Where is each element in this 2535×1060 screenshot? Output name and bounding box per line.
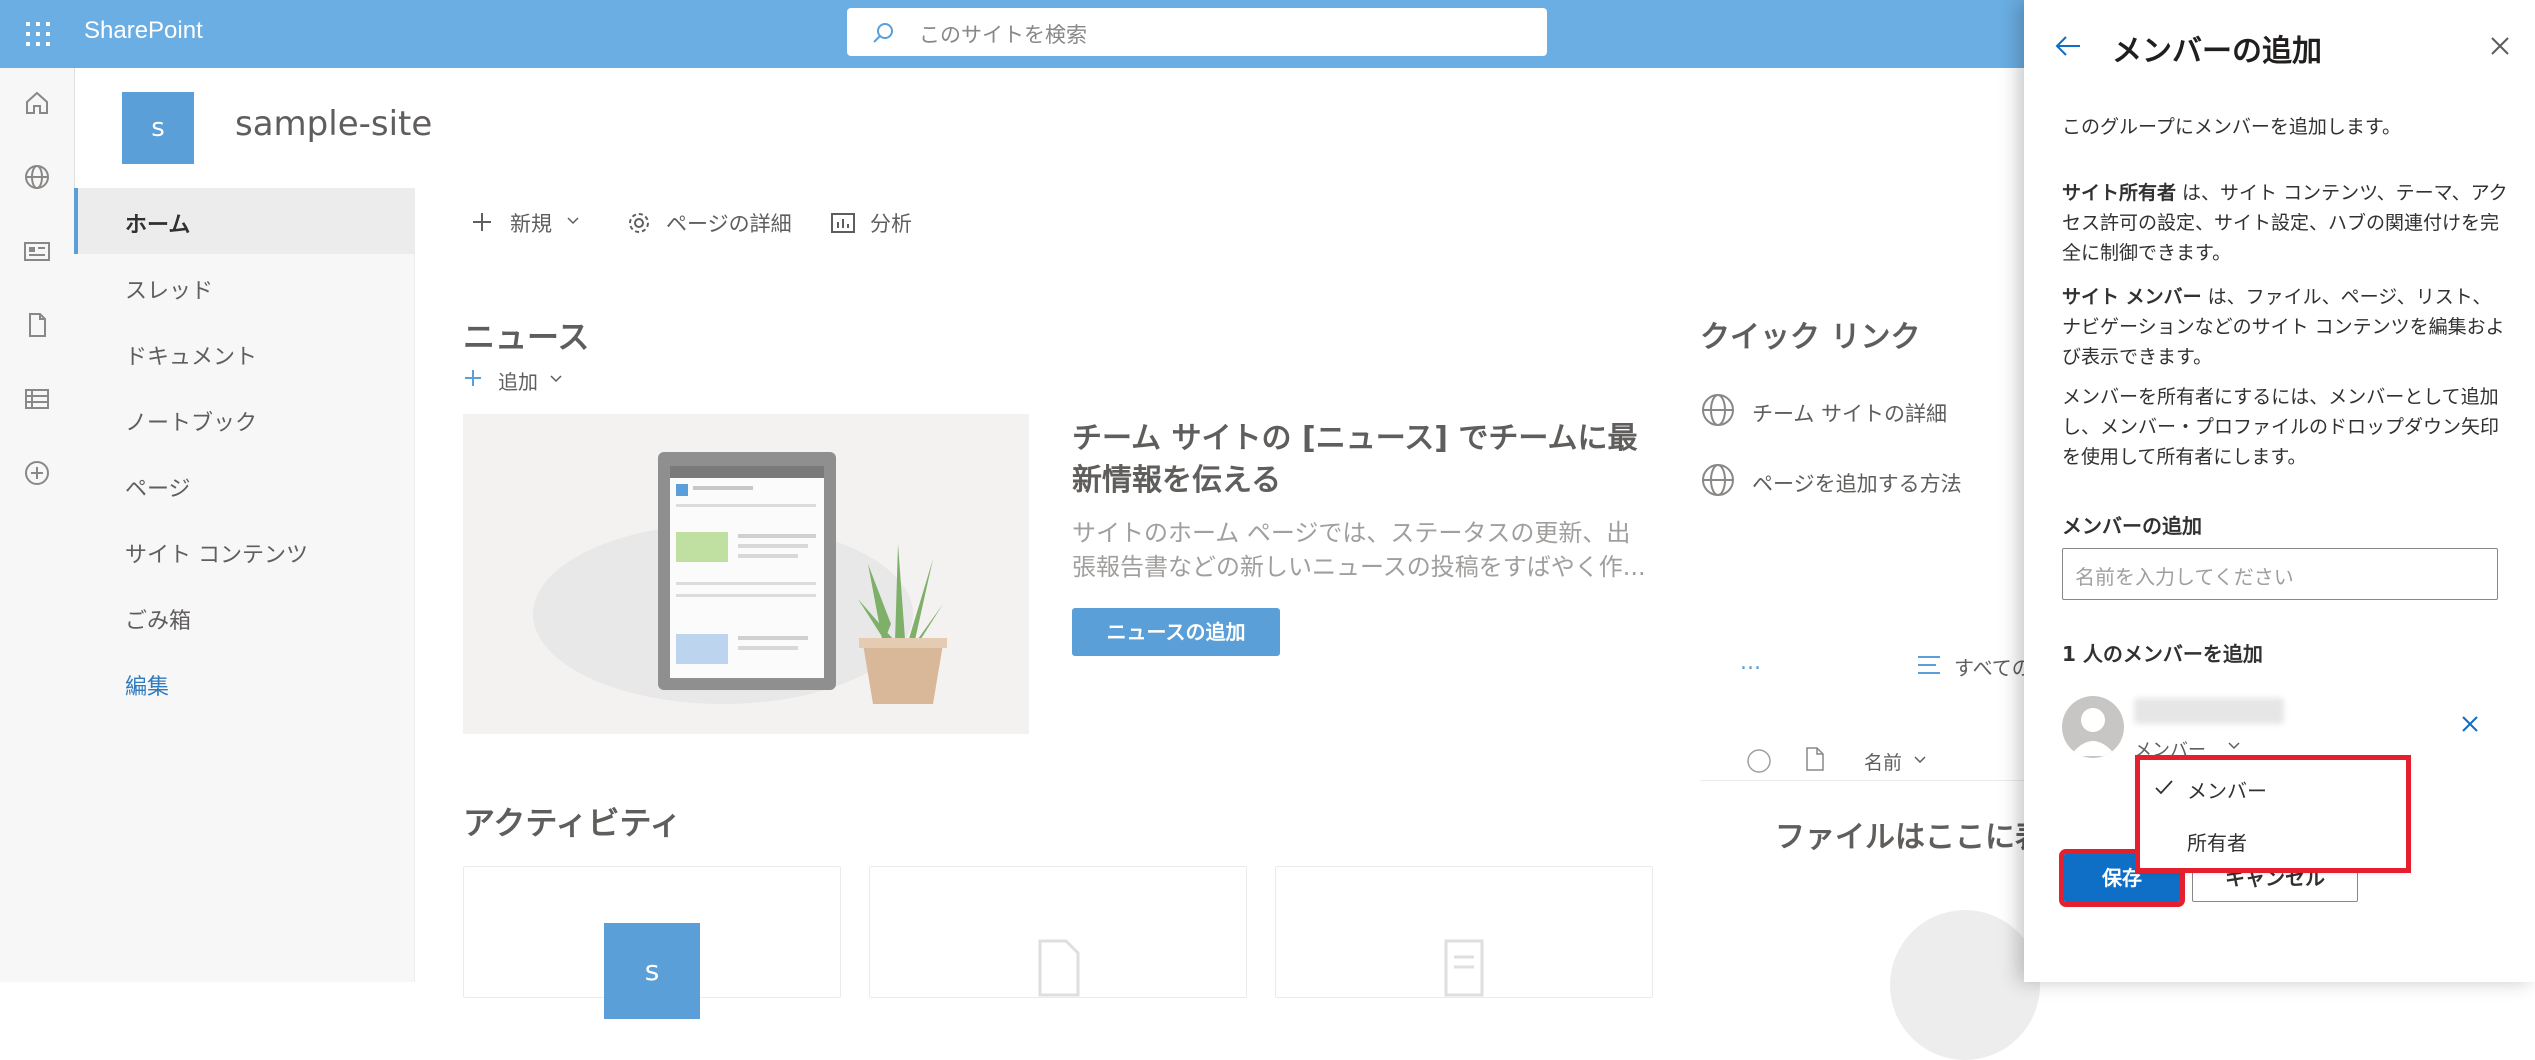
add-news-button[interactable]: ニュースの追加 [1072, 608, 1280, 656]
remove-member-icon[interactable] [2460, 714, 2480, 734]
name-column-header[interactable]: 名前 [1864, 748, 1902, 775]
nav-item-label: サイト コンテンツ [125, 543, 308, 568]
news-add-label: 追加 [498, 370, 538, 394]
nav-item-site-contents[interactable]: サイト コンテンツ [74, 518, 414, 584]
search-icon [871, 21, 895, 45]
new-button[interactable]: 新規 [470, 206, 590, 238]
gear-icon [629, 213, 649, 233]
member-role-label: メンバー [2134, 740, 2206, 761]
nav-item-label: 編集 [125, 675, 170, 700]
chevron-down-icon [1914, 756, 1926, 764]
back-arrow-icon[interactable] [2054, 34, 2082, 58]
role-option-label: メンバー [2187, 779, 2267, 803]
view-selector[interactable]: すべての [1916, 648, 2032, 682]
add-circle-icon[interactable] [22, 458, 52, 488]
search-box[interactable]: このサイトを検索 [847, 8, 1547, 56]
search-input[interactable]: このサイトを検索 [919, 19, 1087, 49]
chart-icon [831, 213, 855, 233]
left-navigation: ホーム スレッド ドキュメント ノートブック ページ サイト コンテンツ ごみ箱… [74, 188, 415, 982]
chevron-down-icon [2228, 742, 2240, 750]
activity-card[interactable] [1275, 866, 1653, 998]
list-view-icon [1918, 656, 1940, 674]
news-description: サイトのホーム ページでは、ステータスの更新、出張報告書などの新しいニュースの投… [1072, 519, 1646, 581]
home-icon[interactable] [22, 88, 52, 118]
document-icon[interactable] [22, 310, 52, 340]
quick-link-label: チーム サイトの詳細 [1752, 402, 1948, 426]
nav-item-label: ドキュメント [125, 345, 258, 370]
nav-item-notebook[interactable]: ノートブック [74, 386, 414, 452]
document-list-header: 名前 [1700, 740, 2030, 781]
close-icon[interactable] [2488, 34, 2512, 58]
role-option-owner[interactable]: 所有者 [2140, 814, 2406, 866]
nav-item-label: スレッド [125, 279, 214, 304]
plus-icon [465, 370, 481, 386]
site-title[interactable]: sample-site [235, 104, 432, 144]
analytics-label: 分析 [870, 212, 912, 236]
news-icon[interactable] [22, 236, 52, 266]
nav-item-label: ホーム [125, 213, 191, 238]
nav-item-label: ごみ箱 [125, 609, 192, 634]
members-count-label: 1 人のメンバーを追加 [2062, 642, 2263, 666]
role-option-label: 所有者 [2187, 831, 2247, 855]
app-launcher-icon[interactable] [22, 18, 54, 50]
page-details-button[interactable]: ページの詳細 [626, 206, 806, 238]
quick-link-item[interactable]: ページを追加する方法 [1700, 462, 2000, 502]
member-term: サイト メンバー [2062, 286, 2202, 308]
app-name[interactable]: SharePoint [84, 17, 203, 45]
app-rail [0, 68, 75, 982]
nav-item-pages[interactable]: ページ [74, 452, 414, 518]
nav-item-threads[interactable]: スレッド [74, 254, 414, 320]
add-member-label: メンバーの追加 [2062, 514, 2202, 538]
owner-howto: メンバーを所有者にするには、メンバーとして追加し、メンバー・プロファイルのドロッ… [2062, 386, 2500, 468]
member-name-redacted [2134, 698, 2284, 724]
nav-edit-link[interactable]: 編集 [74, 650, 414, 716]
news-illustration [463, 414, 1029, 734]
site-thumbnail: s [604, 923, 700, 1019]
list-icon[interactable] [22, 384, 52, 414]
globe-icon[interactable] [22, 162, 52, 192]
file-type-icon [1806, 747, 1824, 771]
panel-intro: このグループにメンバーを追加します。 [2062, 116, 2401, 138]
member-description: サイト メンバー は、ファイル、ページ、リスト、ナビゲーションなどのサイト コン… [2062, 282, 2510, 372]
quick-link-item[interactable]: チーム サイトの詳細 [1700, 392, 2000, 432]
empty-state-illustration [1890, 910, 2040, 1060]
news-title: ニュース [463, 318, 590, 356]
quick-link-label: ページを追加する方法 [1752, 472, 1962, 496]
news-headline[interactable]: チーム サイトの [ニュース] でチームに最新情報を伝える [1072, 418, 1662, 502]
more-options-button[interactable]: ... [1740, 650, 1761, 675]
nav-item-recycle-bin[interactable]: ごみ箱 [74, 584, 414, 650]
nav-item-home[interactable]: ホーム [74, 188, 414, 254]
empty-state-text: ファイルはここに表 [1775, 820, 2045, 855]
quick-links-title: クイック リンク [1700, 320, 1921, 355]
globe-icon [1702, 464, 1734, 496]
new-label: 新規 [510, 212, 552, 236]
activity-title: アクティビティ [463, 804, 682, 842]
avatar [2062, 696, 2124, 758]
nav-item-label: ページ [125, 477, 191, 502]
globe-icon [1702, 394, 1734, 426]
view-label: すべての [1954, 656, 2032, 680]
panel-title: メンバーの追加 [2112, 34, 2322, 69]
chevron-down-icon [567, 217, 579, 225]
role-option-member[interactable]: メンバー [2140, 762, 2406, 814]
analytics-button[interactable]: 分析 [830, 206, 930, 238]
document-icon [1444, 939, 1484, 997]
site-logo[interactable]: s [122, 92, 194, 164]
chevron-down-icon [550, 375, 562, 383]
checkmark-icon [2155, 780, 2173, 795]
document-icon [1038, 939, 1080, 997]
select-all-icon[interactable] [1746, 748, 1772, 774]
page-details-label: ページの詳細 [666, 212, 792, 236]
activity-card[interactable]: s [463, 866, 841, 1019]
nav-item-documents[interactable]: ドキュメント [74, 320, 414, 386]
activity-card[interactable] [869, 866, 1247, 998]
owner-description: サイト所有者 は、サイト コンテンツ、テーマ、アクセス許可の設定、サイト設定、ハ… [2062, 178, 2510, 268]
member-name-input[interactable]: 名前を入力してください [2062, 548, 2498, 600]
role-options-menu: メンバー 所有者 [2135, 755, 2411, 873]
plus-icon [473, 213, 491, 231]
nav-item-label: ノートブック [125, 411, 258, 436]
owner-term: サイト所有者 [2062, 182, 2177, 204]
member-name-placeholder: 名前を入力してください [2075, 565, 2294, 589]
